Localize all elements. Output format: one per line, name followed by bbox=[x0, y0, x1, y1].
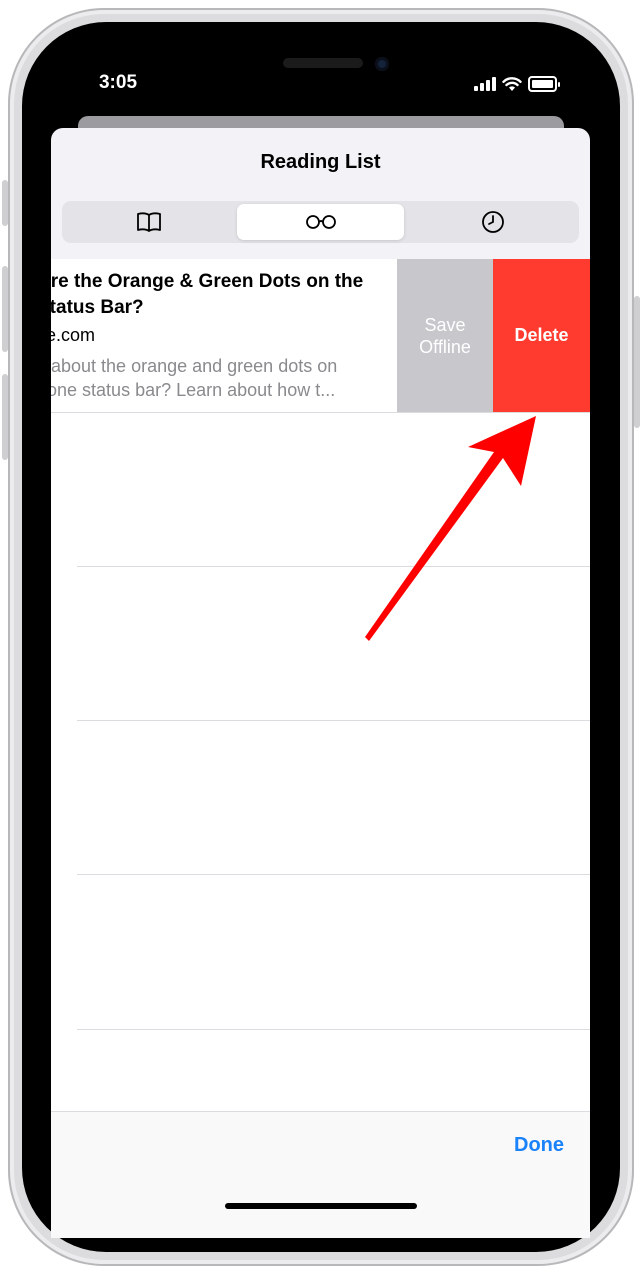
tab-bookmarks[interactable] bbox=[65, 204, 232, 240]
divider bbox=[51, 412, 590, 413]
reading-list-sheet: Reading List Are the Orange & Green Dots… bbox=[51, 128, 590, 1238]
clock-icon bbox=[481, 211, 504, 233]
glasses-icon bbox=[305, 215, 336, 229]
wifi-icon bbox=[502, 76, 522, 91]
battery-icon bbox=[528, 76, 560, 92]
power-button bbox=[634, 296, 640, 428]
list-item[interactable]: Are the Orange & Green Dots on the Statu… bbox=[51, 259, 590, 412]
status-icons bbox=[474, 76, 560, 92]
tab-history[interactable] bbox=[409, 204, 576, 240]
reading-item-source: ife.com bbox=[51, 325, 96, 345]
bottom-toolbar: Done bbox=[51, 1111, 590, 1238]
delete-button[interactable]: Delete bbox=[493, 259, 590, 412]
reading-item-title: Are the Orange & Green Dots on the Statu… bbox=[51, 271, 364, 318]
reading-item-content[interactable]: Are the Orange & Green Dots on the Statu… bbox=[51, 259, 397, 412]
status-time: 3:05 bbox=[98, 72, 138, 93]
divider bbox=[77, 566, 590, 567]
volume-up-button bbox=[2, 266, 8, 352]
tab-reading-list[interactable] bbox=[237, 204, 404, 240]
front-camera bbox=[375, 57, 389, 71]
sidebar-segmented-control bbox=[62, 201, 579, 243]
divider bbox=[77, 874, 590, 875]
sheet-title: Reading List bbox=[260, 151, 381, 173]
mute-switch bbox=[2, 180, 8, 226]
done-button[interactable]: Done bbox=[514, 1134, 564, 1157]
save-offline-button[interactable]: Save Offline bbox=[397, 259, 493, 412]
reading-list: Are the Orange & Green Dots on the Statu… bbox=[51, 259, 590, 1111]
home-indicator bbox=[225, 1203, 417, 1209]
save-offline-label-line2: Offline bbox=[419, 336, 471, 357]
volume-down-button bbox=[2, 374, 8, 460]
speaker bbox=[283, 58, 363, 68]
divider bbox=[77, 1029, 590, 1030]
cellular-signal-icon bbox=[474, 77, 496, 91]
save-offline-label-line1: Save bbox=[424, 314, 466, 335]
book-icon bbox=[136, 212, 161, 232]
reading-item-description: s about the orange and green dots on hon… bbox=[51, 356, 338, 400]
divider bbox=[77, 720, 590, 721]
